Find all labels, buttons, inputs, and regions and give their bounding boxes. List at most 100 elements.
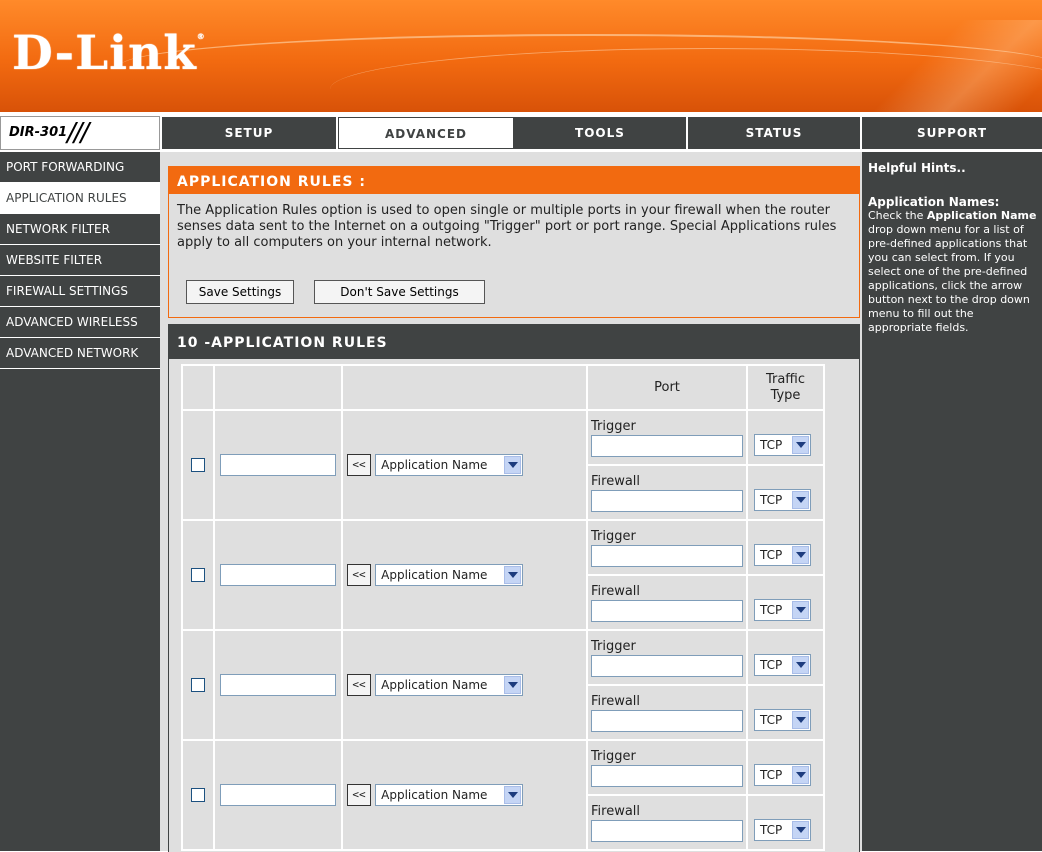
trigger-label: Trigger (591, 529, 636, 544)
trigger-port-input[interactable] (591, 765, 743, 787)
chevron-down-icon[interactable] (792, 490, 809, 509)
application-name-select[interactable]: Application Name (375, 564, 524, 586)
trigger-port-cell: Trigger (588, 631, 746, 684)
hints-heading: Application Names: (868, 195, 1000, 209)
dont-save-settings-button[interactable]: Don't Save Settings (314, 280, 485, 304)
rule-enable-checkbox[interactable] (191, 788, 205, 802)
chevron-down-icon[interactable] (504, 566, 522, 584)
sidebar: PORT FORWARDING APPLICATION RULES NETWOR… (0, 152, 160, 851)
sidebar-item-port-forwarding[interactable]: PORT FORWARDING (0, 152, 160, 183)
trigger-protocol-value: TCP (760, 547, 783, 562)
rule-name-input[interactable] (220, 564, 336, 586)
application-name-value: Application Name (381, 568, 488, 582)
trigger-protocol-select[interactable]: TCP (754, 543, 811, 566)
chevron-down-icon[interactable] (792, 710, 809, 729)
trigger-label: Trigger (591, 419, 636, 434)
table-row: << Application Name Trigger TCP (183, 741, 823, 849)
trigger-protocol-select[interactable]: TCP (754, 433, 811, 456)
trigger-port-input[interactable] (591, 435, 743, 457)
firewall-label: Firewall (591, 804, 641, 819)
fill-application-arrow-button[interactable]: << (347, 674, 371, 696)
application-name-select[interactable]: Application Name (375, 454, 524, 476)
chevron-down-icon[interactable] (792, 655, 809, 674)
tab-tools[interactable]: TOOLS (514, 117, 688, 149)
chevron-down-icon[interactable] (504, 786, 522, 804)
firewall-protocol-select[interactable]: TCP (754, 818, 811, 841)
tab-advanced[interactable]: ADVANCED (338, 117, 514, 149)
rule-application-cell: << Application Name (343, 631, 586, 739)
sidebar-item-application-rules[interactable]: APPLICATION RULES (0, 183, 160, 214)
hints-body: Check the Application Name drop down men… (868, 209, 1040, 335)
chevron-down-icon[interactable] (792, 820, 809, 839)
chevron-down-icon[interactable] (792, 765, 809, 784)
chevron-down-icon[interactable] (792, 435, 809, 454)
firewall-label: Firewall (591, 694, 641, 709)
trigger-type-cell: TCP (748, 411, 823, 464)
application-name-select[interactable]: Application Name (375, 674, 524, 696)
rule-name-input[interactable] (220, 454, 336, 476)
rule-enable-checkbox[interactable] (191, 678, 205, 692)
application-rules-section: APPLICATION RULES : The Application Rule… (168, 166, 860, 318)
application-name-value: Application Name (381, 788, 488, 802)
model-slashes: /// (67, 118, 89, 148)
tab-support[interactable]: SUPPORT (862, 117, 1042, 149)
rule-application-cell: << Application Name (343, 741, 586, 849)
firewall-protocol-select[interactable]: TCP (754, 598, 811, 621)
top-navigation: DIR-301 /// SETUP ADVANCED TOOLS STATUS … (0, 116, 1042, 152)
logo-text: D-Link (12, 26, 197, 81)
chevron-down-icon[interactable] (792, 545, 809, 564)
sidebar-item-advanced-network[interactable]: ADVANCED NETWORK (0, 338, 160, 369)
fill-application-arrow-button[interactable]: << (347, 784, 371, 806)
firewall-type-cell: TCP (748, 466, 823, 519)
firewall-port-cell: Firewall (588, 796, 746, 849)
header-type-label: Type (770, 387, 801, 403)
firewall-protocol-select[interactable]: TCP (754, 488, 811, 511)
rule-name-input[interactable] (220, 674, 336, 696)
firewall-protocol-select[interactable]: TCP (754, 708, 811, 731)
chevron-down-icon[interactable] (792, 600, 809, 619)
save-settings-button[interactable]: Save Settings (186, 280, 294, 304)
chevron-down-icon[interactable] (504, 456, 522, 474)
section-description: The Application Rules option is used to … (177, 203, 837, 250)
rule-enable-checkbox[interactable] (191, 568, 205, 582)
header-enabled (183, 366, 213, 409)
rules-table-title: 10 -APPLICATION RULES (169, 325, 859, 359)
table-row: << Application Name Trigger TCP (183, 521, 823, 629)
table-header-row: Port Traffic Type (183, 366, 823, 409)
hints-text-1: Check the (868, 209, 927, 222)
trigger-port-cell: Trigger (588, 411, 746, 464)
fill-application-arrow-button[interactable]: << (347, 454, 371, 476)
application-name-select[interactable]: Application Name (375, 784, 524, 806)
sidebar-item-firewall-settings[interactable]: FIREWALL SETTINGS (0, 276, 160, 307)
tab-status[interactable]: STATUS (688, 117, 862, 149)
rule-name-cell (215, 411, 341, 519)
firewall-port-input[interactable] (591, 710, 743, 732)
trigger-port-input[interactable] (591, 545, 743, 567)
firewall-protocol-value: TCP (760, 712, 783, 727)
table-row: << Application Name Trigger TCP (183, 631, 823, 739)
firewall-protocol-value: TCP (760, 602, 783, 617)
model-badge: DIR-301 /// (0, 116, 160, 150)
firewall-port-cell: Firewall (588, 686, 746, 739)
firewall-port-input[interactable] (591, 600, 743, 622)
tab-setup[interactable]: SETUP (162, 117, 338, 149)
sidebar-item-advanced-wireless[interactable]: ADVANCED WIRELESS (0, 307, 160, 338)
trigger-port-input[interactable] (591, 655, 743, 677)
trigger-protocol-value: TCP (760, 657, 783, 672)
firewall-port-input[interactable] (591, 820, 743, 842)
firewall-port-input[interactable] (591, 490, 743, 512)
rule-name-input[interactable] (220, 784, 336, 806)
sidebar-item-website-filter[interactable]: WEBSITE FILTER (0, 245, 160, 276)
trigger-label: Trigger (591, 749, 636, 764)
firewall-protocol-value: TCP (760, 822, 783, 837)
rule-name-cell (215, 631, 341, 739)
chevron-down-icon[interactable] (504, 676, 522, 694)
rule-application-cell: << Application Name (343, 411, 586, 519)
fill-application-arrow-button[interactable]: << (347, 564, 371, 586)
trigger-protocol-select[interactable]: TCP (754, 653, 811, 676)
trigger-protocol-select[interactable]: TCP (754, 763, 811, 786)
rule-enable-cell (183, 741, 213, 849)
rule-name-cell (215, 741, 341, 849)
rule-enable-checkbox[interactable] (191, 458, 205, 472)
sidebar-item-network-filter[interactable]: NETWORK FILTER (0, 214, 160, 245)
